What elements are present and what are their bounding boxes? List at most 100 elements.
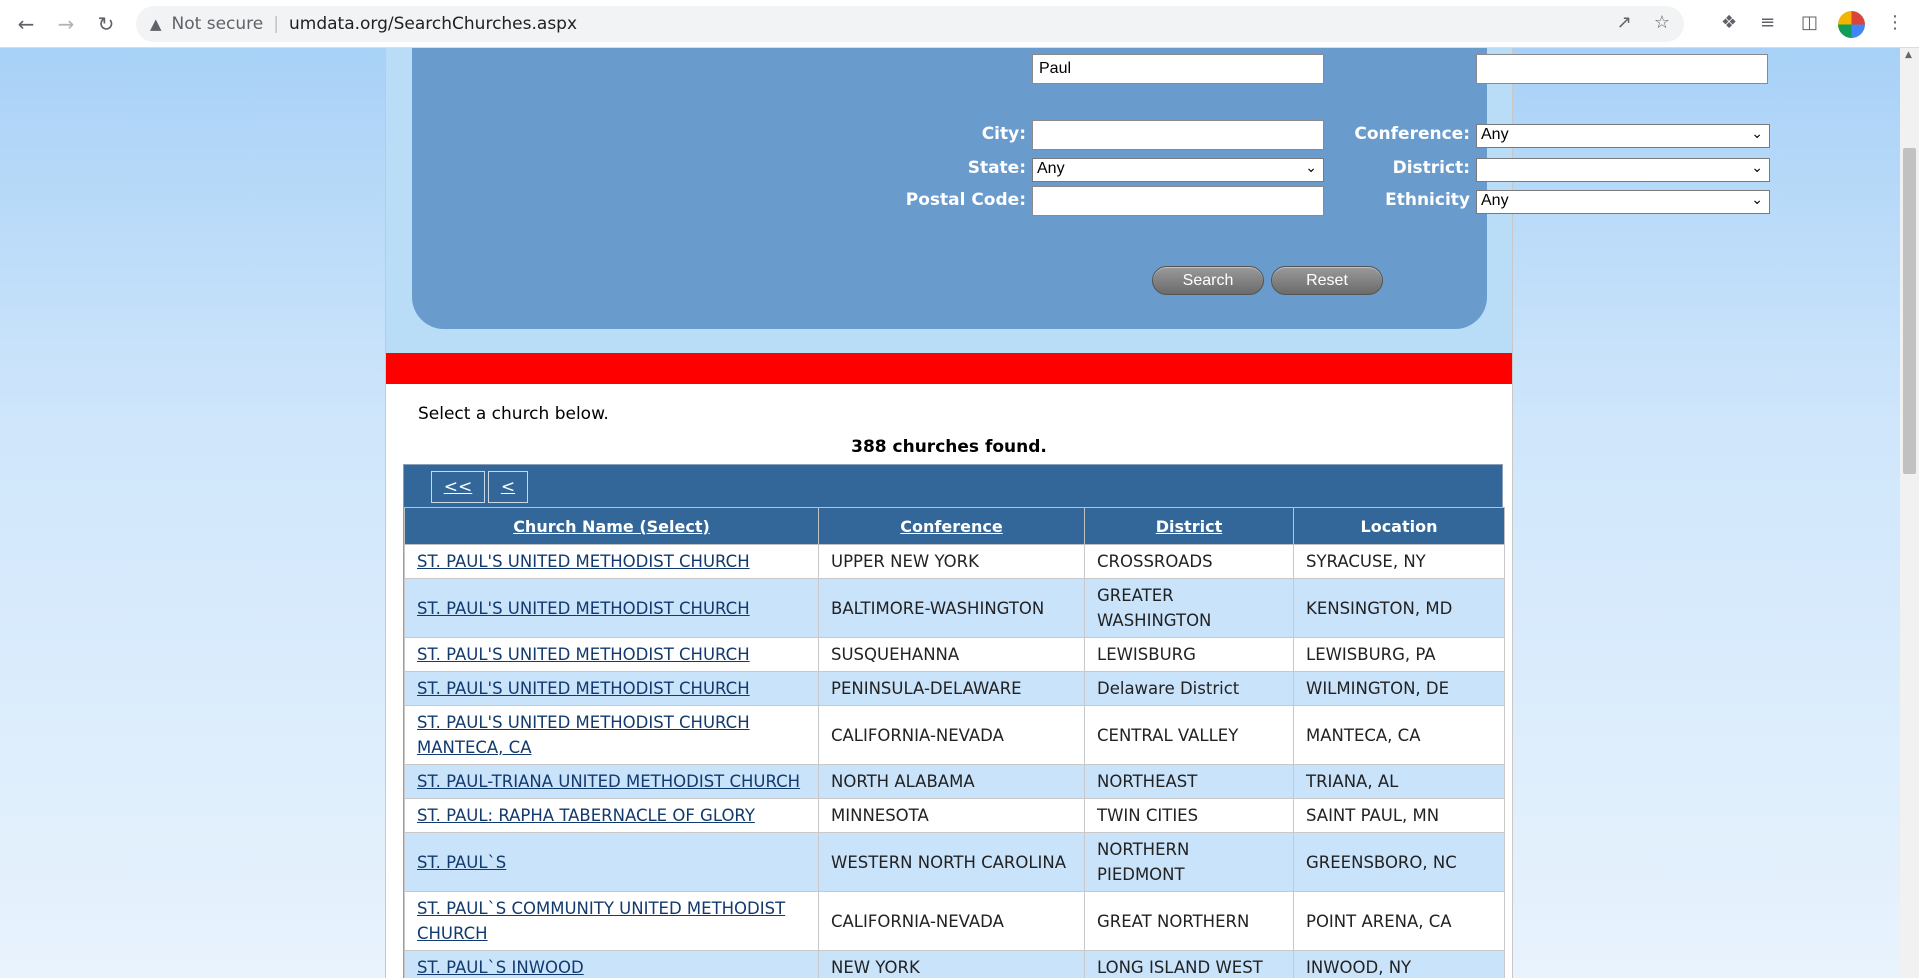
table-row: ST. PAUL'S UNITED METHODIST CHURCH SUSQU… bbox=[404, 637, 1505, 672]
header-district[interactable]: District bbox=[1084, 507, 1294, 545]
church-link[interactable]: ST. PAUL: RAPHA TABERNACLE OF GLORY bbox=[417, 806, 755, 825]
table-row: ST. PAUL`S INWOOD NEW YORK LONG ISLAND W… bbox=[404, 950, 1505, 978]
conference-select-value: Any bbox=[1481, 126, 1509, 143]
reload-icon[interactable]: ↻ bbox=[92, 10, 120, 38]
district-select[interactable]: ⌄ bbox=[1476, 158, 1770, 182]
church-link[interactable]: ST. PAUL'S UNITED METHODIST CHURCH bbox=[417, 679, 750, 698]
share-icon[interactable]: ↗ bbox=[1617, 12, 1632, 33]
state-label: State: bbox=[967, 158, 1026, 178]
star-icon[interactable]: ☆ bbox=[1654, 12, 1670, 33]
location-cell: SYRACUSE, NY bbox=[1293, 544, 1505, 579]
sidepanel-icon[interactable]: ◫ bbox=[1801, 12, 1818, 33]
church-link[interactable]: ST. PAUL`S COMMUNITY UNITED METHODIST CH… bbox=[417, 899, 785, 943]
postal-code-input[interactable] bbox=[1032, 186, 1324, 216]
table-header-row: Church Name (Select) Conference District… bbox=[404, 507, 1505, 545]
scrollbar-thumb[interactable] bbox=[1903, 148, 1916, 474]
search-button[interactable]: Search bbox=[1152, 266, 1264, 295]
table-row: ST. PAUL'S UNITED METHODIST CHURCH BALTI… bbox=[404, 578, 1505, 638]
menu-icon[interactable]: ⋮ bbox=[1886, 12, 1904, 33]
conference-cell: NEW YORK bbox=[818, 950, 1085, 978]
church-name-input[interactable] bbox=[1032, 54, 1324, 84]
chevron-down-icon: ⌄ bbox=[1751, 125, 1763, 141]
media-icon[interactable]: ≡ bbox=[1760, 12, 1775, 33]
table-row: ST. PAUL-TRIANA UNITED METHODIST CHURCH … bbox=[404, 764, 1505, 799]
results-grid: << < Church Name (Select) Conference Dis… bbox=[403, 464, 1505, 978]
pager-prev-button[interactable]: < bbox=[488, 471, 528, 503]
conference-cell: UPPER NEW YORK bbox=[818, 544, 1085, 579]
header-church-name[interactable]: Church Name (Select) bbox=[404, 507, 819, 545]
location-cell: KENSINGTON, MD bbox=[1293, 578, 1505, 638]
church-link[interactable]: ST. PAUL'S UNITED METHODIST CHURCH bbox=[417, 645, 750, 664]
church-link[interactable]: ST. PAUL'S UNITED METHODIST CHURCH bbox=[417, 552, 750, 571]
location-cell: SAINT PAUL, MN bbox=[1293, 798, 1505, 833]
instruction-text: Select a church below. bbox=[418, 404, 609, 424]
table-row: ST. PAUL'S UNITED METHODIST CHURCH MANTE… bbox=[404, 705, 1505, 765]
conference-select[interactable]: Any ⌄ bbox=[1476, 124, 1770, 148]
header-location: Location bbox=[1293, 507, 1505, 545]
table-row: ST. PAUL'S UNITED METHODIST CHURCH PENIN… bbox=[404, 671, 1505, 706]
secondary-input[interactable] bbox=[1476, 54, 1768, 84]
address-bar[interactable]: ▲ Not secure | umdata.org/SearchChurches… bbox=[136, 6, 1684, 42]
conference-cell: NORTH ALABAMA bbox=[818, 764, 1085, 799]
header-conference[interactable]: Conference bbox=[818, 507, 1085, 545]
main-content: City: State: Any ⌄ Postal Code: Conferen… bbox=[385, 48, 1770, 978]
conference-label: Conference: bbox=[1354, 124, 1470, 144]
ethnicity-select-value: Any bbox=[1481, 192, 1509, 209]
district-cell: GREATER WASHINGTON bbox=[1084, 578, 1294, 638]
table-row: ST. PAUL`S WESTERN NORTH CAROLINA NORTHE… bbox=[404, 832, 1505, 892]
conference-cell: BALTIMORE-WASHINGTON bbox=[818, 578, 1085, 638]
location-cell: POINT ARENA, CA bbox=[1293, 891, 1505, 951]
church-link[interactable]: ST. PAUL'S UNITED METHODIST CHURCH MANTE… bbox=[417, 713, 750, 757]
district-cell: LONG ISLAND WEST bbox=[1084, 950, 1294, 978]
profile-avatar[interactable] bbox=[1838, 11, 1865, 38]
district-cell: NORTHERN PIEDMONT bbox=[1084, 832, 1294, 892]
back-icon[interactable]: ← bbox=[12, 10, 40, 38]
district-cell: GREAT NORTHERN bbox=[1084, 891, 1294, 951]
location-cell: MANTECA, CA bbox=[1293, 705, 1505, 765]
conference-cell: CALIFORNIA-NEVADA bbox=[818, 705, 1085, 765]
conference-cell: PENINSULA-DELAWARE bbox=[818, 671, 1085, 706]
address-separator: | bbox=[273, 14, 279, 34]
city-input[interactable] bbox=[1032, 120, 1324, 150]
state-select[interactable]: Any ⌄ bbox=[1032, 158, 1324, 182]
browser-toolbar: ← → ↻ ▲ Not secure | umdata.org/SearchCh… bbox=[0, 0, 1919, 48]
page-viewport: City: State: Any ⌄ Postal Code: Conferen… bbox=[0, 48, 1900, 978]
pager-first-button[interactable]: << bbox=[431, 471, 485, 503]
district-cell: CENTRAL VALLEY bbox=[1084, 705, 1294, 765]
divider-bar bbox=[386, 353, 1512, 384]
page-scrollbar[interactable]: ▲ bbox=[1900, 48, 1919, 978]
church-link[interactable]: ST. PAUL`S bbox=[417, 853, 506, 872]
district-cell: LEWISBURG bbox=[1084, 637, 1294, 672]
location-cell: WILMINGTON, DE bbox=[1293, 671, 1505, 706]
location-cell: GREENSBORO, NC bbox=[1293, 832, 1505, 892]
conference-cell: WESTERN NORTH CAROLINA bbox=[818, 832, 1085, 892]
table-row: ST. PAUL: RAPHA TABERNACLE OF GLORY MINN… bbox=[404, 798, 1505, 833]
district-cell: Delaware District bbox=[1084, 671, 1294, 706]
scroll-up-icon[interactable]: ▲ bbox=[1905, 50, 1912, 60]
pager-row: << < bbox=[404, 465, 1502, 507]
state-select-value: Any bbox=[1037, 160, 1065, 177]
district-label: District: bbox=[1392, 158, 1470, 178]
district-cell: NORTHEAST bbox=[1084, 764, 1294, 799]
results-count: 388 churches found. bbox=[851, 437, 1047, 457]
forward-icon[interactable]: → bbox=[52, 10, 80, 38]
church-link[interactable]: ST. PAUL`S INWOOD bbox=[417, 958, 584, 977]
church-link[interactable]: ST. PAUL'S UNITED METHODIST CHURCH bbox=[417, 599, 750, 618]
chevron-down-icon: ⌄ bbox=[1751, 159, 1763, 175]
conference-cell: SUSQUEHANNA bbox=[818, 637, 1085, 672]
table-row: ST. PAUL`S COMMUNITY UNITED METHODIST CH… bbox=[404, 891, 1505, 951]
conference-cell: CALIFORNIA-NEVADA bbox=[818, 891, 1085, 951]
city-label: City: bbox=[981, 124, 1026, 144]
conference-cell: MINNESOTA bbox=[818, 798, 1085, 833]
url-text: umdata.org/SearchChurches.aspx bbox=[288, 14, 578, 34]
church-link[interactable]: ST. PAUL-TRIANA UNITED METHODIST CHURCH bbox=[417, 772, 800, 791]
ethnicity-select[interactable]: Any ⌄ bbox=[1476, 190, 1770, 214]
location-cell: TRIANA, AL bbox=[1293, 764, 1505, 799]
ethnicity-label: Ethnicity bbox=[1385, 190, 1470, 210]
reset-button[interactable]: Reset bbox=[1271, 266, 1383, 295]
location-cell: LEWISBURG, PA bbox=[1293, 637, 1505, 672]
extensions-icon[interactable]: ❖ bbox=[1721, 12, 1737, 33]
warning-icon: ▲ bbox=[150, 15, 162, 33]
search-area: City: State: Any ⌄ Postal Code: Conferen… bbox=[386, 48, 1770, 353]
district-cell: TWIN CITIES bbox=[1084, 798, 1294, 833]
